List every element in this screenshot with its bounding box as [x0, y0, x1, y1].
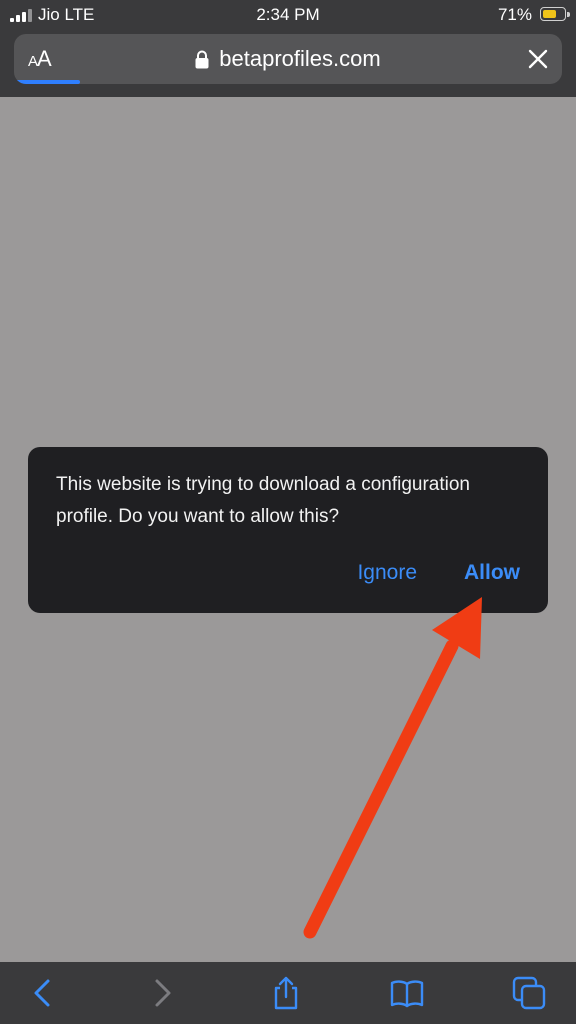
- page-load-progress: [14, 80, 80, 84]
- status-time: 2:34 PM: [256, 5, 320, 24]
- share-icon[interactable]: [268, 976, 304, 1010]
- url-text: betaprofiles.com: [219, 46, 381, 71]
- browser-top-chrome: Jio LTE 2:34 PM 71% AA betaprofiles.com: [0, 0, 576, 97]
- bottom-toolbar: [0, 962, 576, 1024]
- alert-message: This website is trying to download a con…: [56, 474, 471, 527]
- allow-button[interactable]: Allow: [464, 561, 520, 585]
- url-display[interactable]: betaprofiles.com: [14, 34, 562, 84]
- book-icon[interactable]: [389, 976, 425, 1010]
- ignore-button[interactable]: Ignore: [357, 561, 417, 585]
- status-bar: Jio LTE 2:34 PM 71%: [0, 0, 576, 30]
- configuration-profile-alert: This website is trying to download a con…: [28, 447, 548, 613]
- battery-percent: 71%: [497, 5, 532, 24]
- chevron-left-icon[interactable]: [24, 976, 60, 1010]
- address-bar[interactable]: AA betaprofiles.com: [14, 34, 562, 84]
- tabs-icon[interactable]: [512, 976, 548, 1010]
- battery-icon: [540, 7, 570, 21]
- close-icon[interactable]: [526, 47, 550, 71]
- chevron-right-icon[interactable]: [145, 976, 181, 1010]
- lock-icon: [195, 50, 209, 68]
